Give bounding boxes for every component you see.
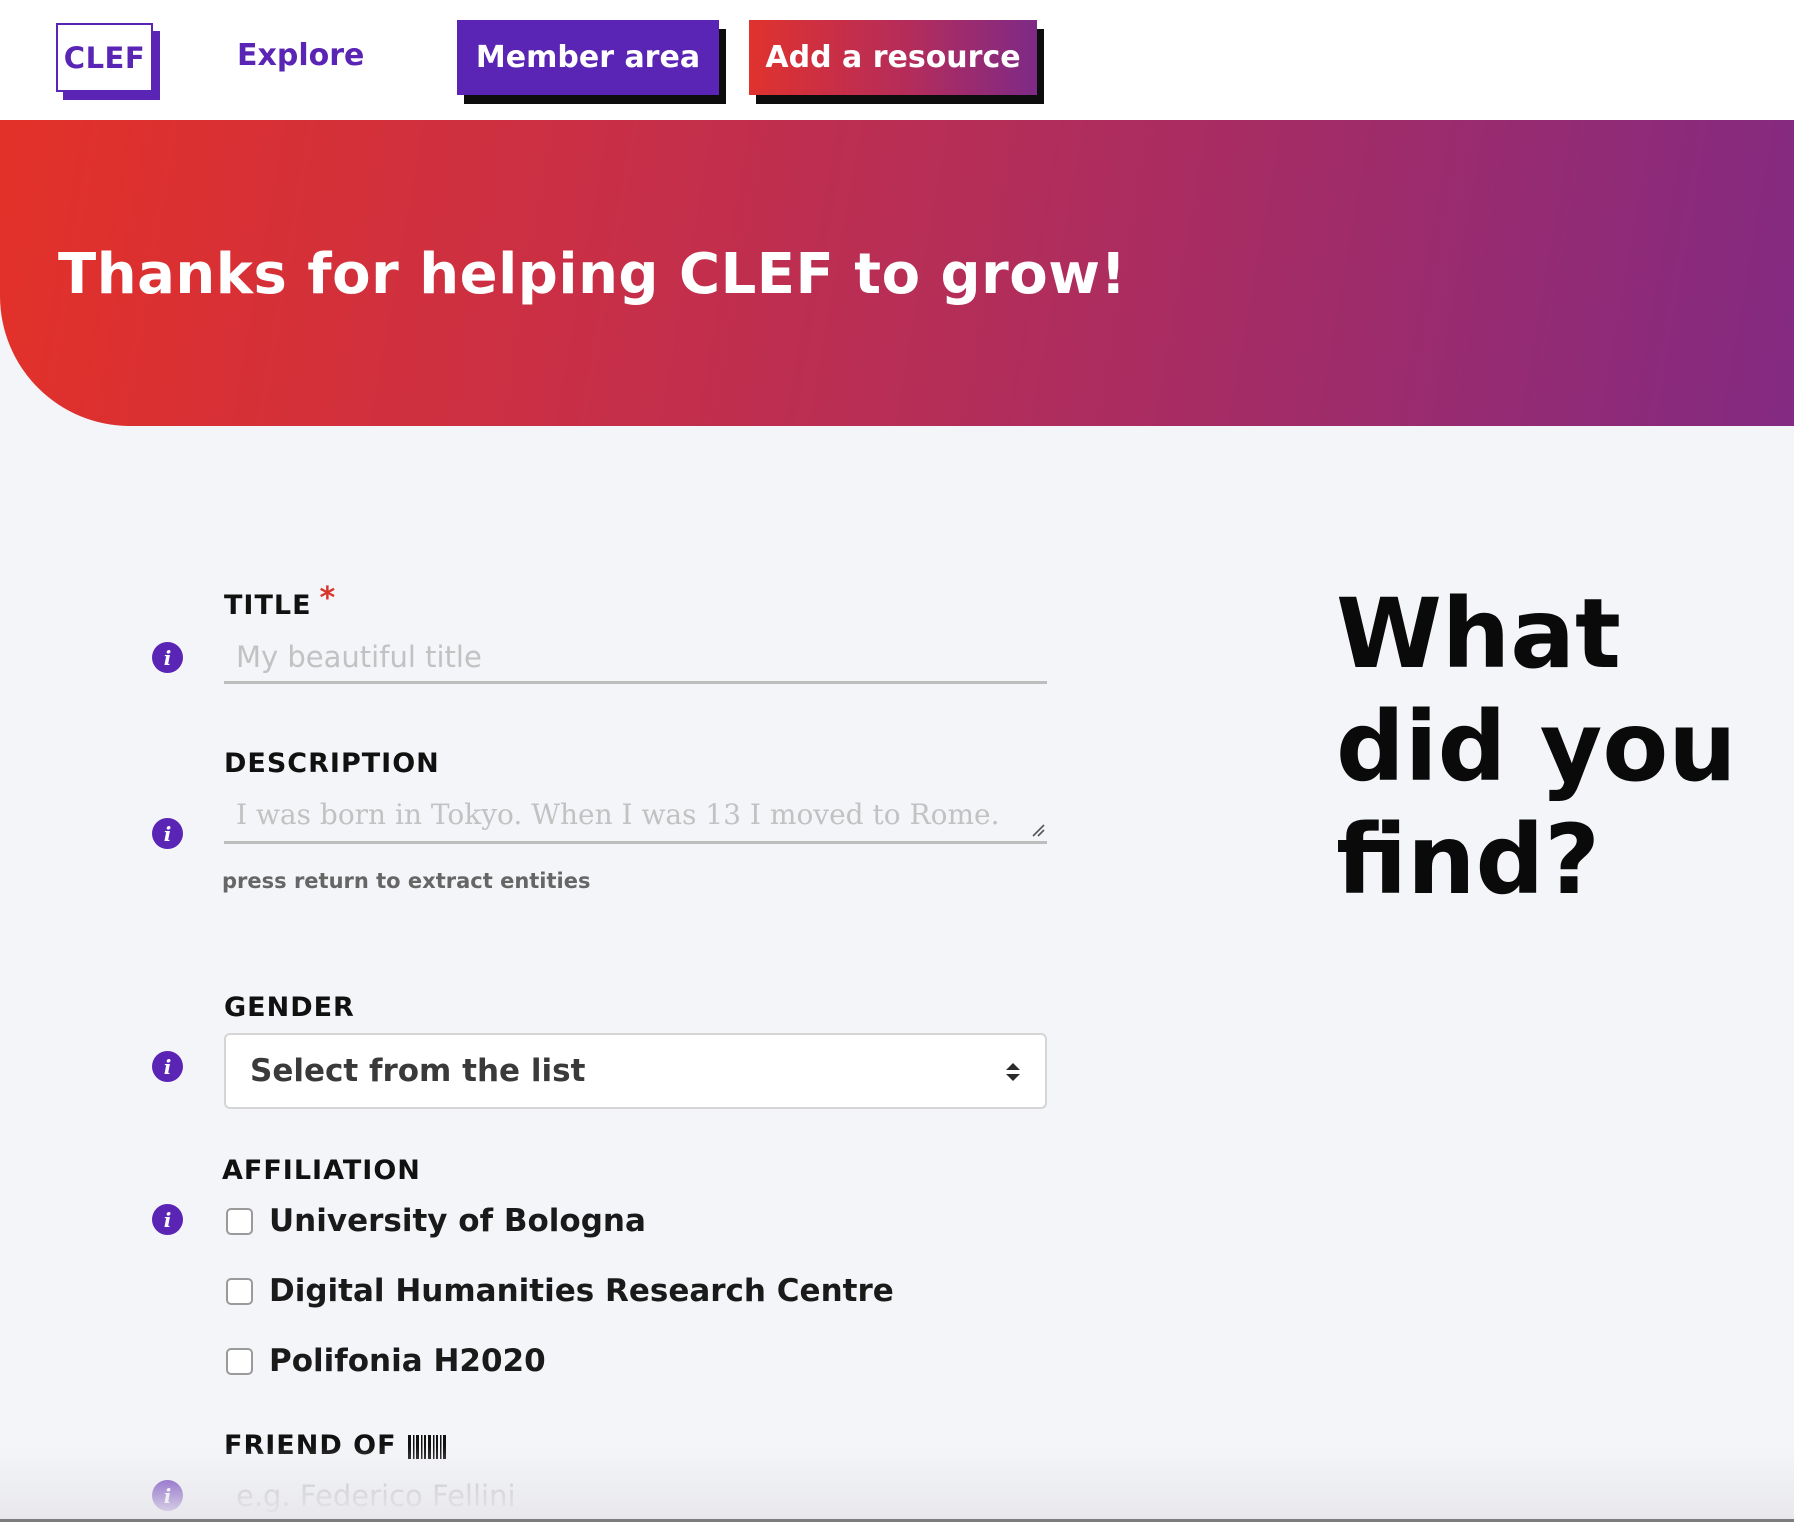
info-icon[interactable]: i	[152, 642, 183, 673]
resize-grip-icon[interactable]	[1031, 823, 1045, 837]
affiliation-option[interactable]: Polifonia H2020	[226, 1343, 546, 1379]
gender-label: GENDER	[224, 992, 355, 1023]
info-icon[interactable]: i	[152, 1480, 183, 1511]
title-input[interactable]	[224, 632, 1047, 684]
description-label: DESCRIPTION	[224, 748, 440, 779]
friend-of-label-text: FRIEND OF	[224, 1430, 397, 1461]
info-icon[interactable]: i	[152, 1204, 183, 1235]
top-navigation: CLEF Explore Member area Add a resource	[0, 0, 1794, 120]
description-textarea[interactable]	[224, 788, 1047, 841]
info-icon[interactable]: i	[152, 1051, 183, 1082]
clef-logo: CLEF	[56, 23, 153, 92]
side-heading: What did you find?	[1336, 578, 1737, 916]
required-marker: *	[319, 581, 337, 616]
gender-select[interactable]: Select from the list	[224, 1033, 1047, 1109]
checkbox[interactable]	[226, 1207, 253, 1235]
member-area-button[interactable]: Member area	[457, 20, 719, 95]
affiliation-option-label: University of Bologna	[269, 1203, 646, 1239]
add-resource-button-wrap: Add a resource	[749, 20, 1044, 104]
title-label: TITLE *	[224, 581, 336, 622]
affiliation-option[interactable]: University of Bologna	[226, 1203, 646, 1239]
add-resource-button[interactable]: Add a resource	[749, 20, 1037, 95]
checkbox[interactable]	[226, 1347, 253, 1375]
barcode-icon	[407, 1434, 446, 1459]
gender-selected-value: Select from the list	[250, 1053, 586, 1089]
clef-logo-link[interactable]: CLEF	[56, 23, 160, 100]
sort-arrows-icon	[1006, 1063, 1020, 1081]
hero-title: Thanks for helping CLEF to grow!	[58, 242, 1127, 307]
friend-of-input[interactable]	[224, 1473, 1047, 1519]
affiliation-option-label: Polifonia H2020	[269, 1343, 546, 1379]
title-label-text: TITLE	[224, 590, 312, 621]
affiliation-option[interactable]: Digital Humanities Research Centre	[226, 1273, 894, 1309]
affiliation-label: AFFILIATION	[222, 1155, 421, 1186]
checkbox[interactable]	[226, 1277, 253, 1305]
member-area-button-wrap: Member area	[457, 20, 726, 104]
affiliation-option-label: Digital Humanities Research Centre	[269, 1273, 894, 1309]
nav-explore-link[interactable]: Explore	[237, 38, 364, 73]
description-helper-text: press return to extract entities	[222, 869, 591, 893]
friend-of-label: FRIEND OF	[224, 1430, 447, 1461]
description-field	[224, 788, 1047, 844]
info-icon[interactable]: i	[152, 818, 183, 849]
